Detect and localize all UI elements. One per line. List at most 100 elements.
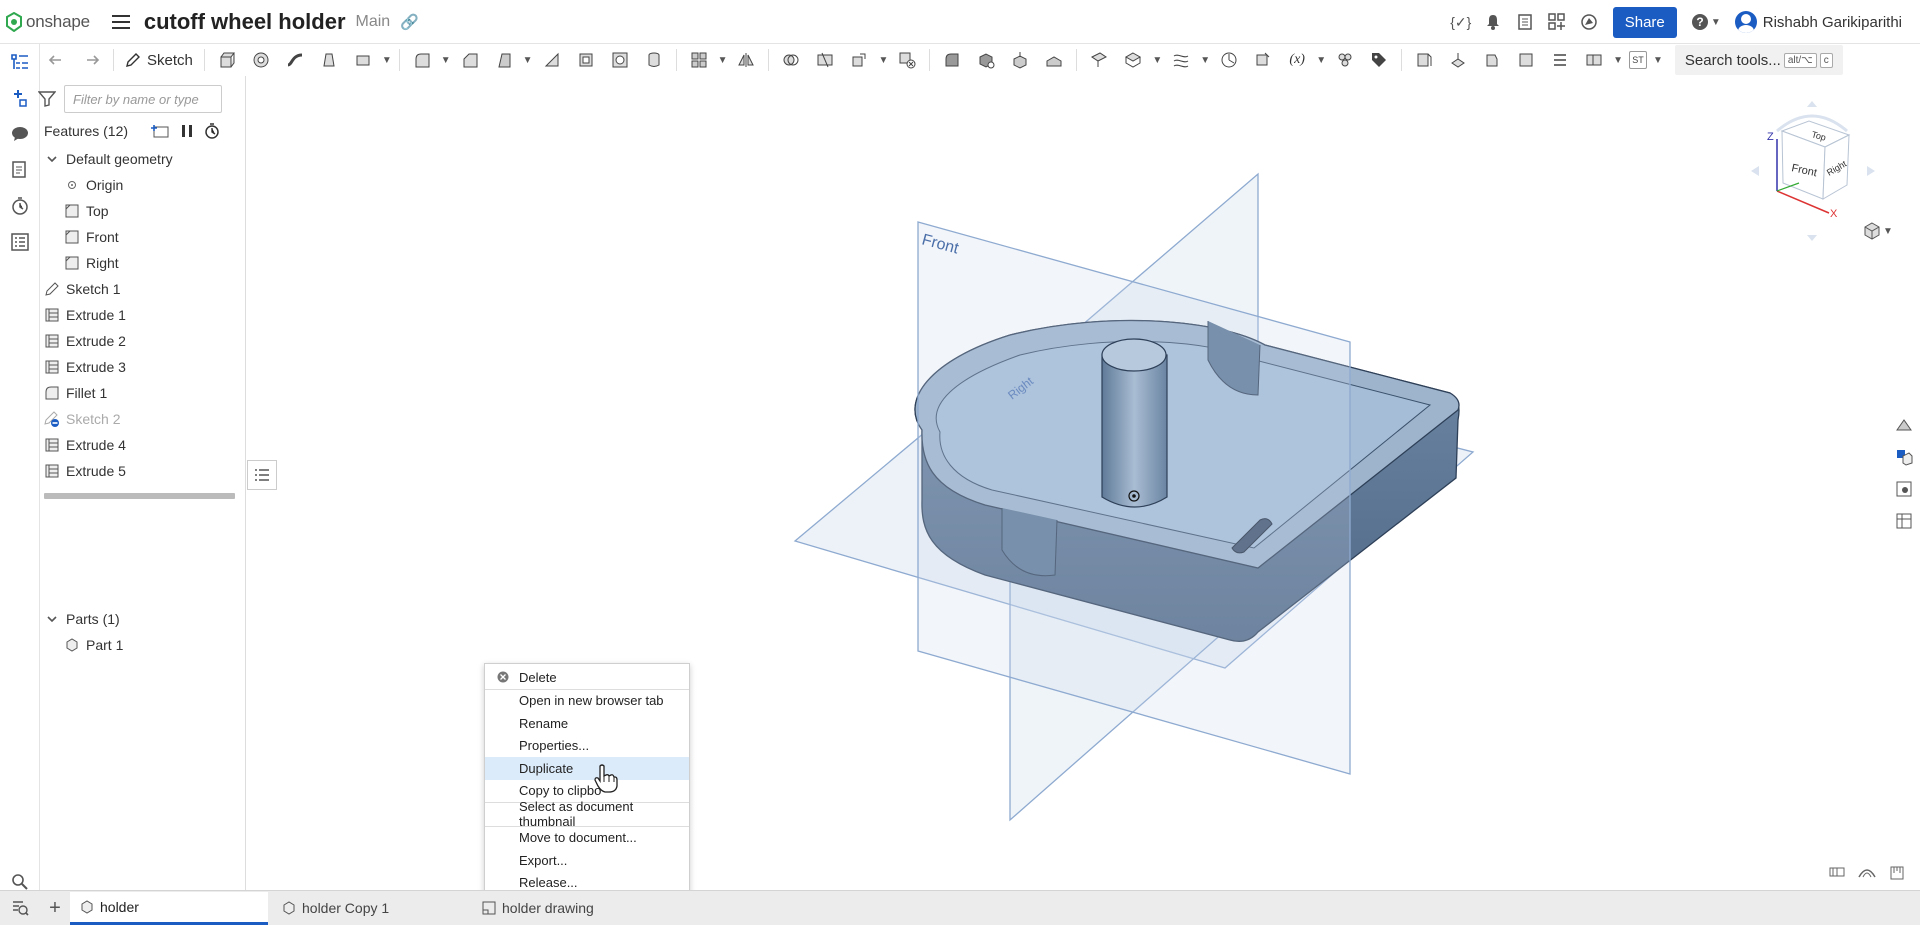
- filter-input[interactable]: Filter by name or type: [64, 85, 222, 113]
- tab-holder-copy-1[interactable]: holder Copy 1: [272, 892, 472, 925]
- section-view-icon[interactable]: [1822, 866, 1852, 880]
- replace-face-icon[interactable]: [1041, 47, 1067, 73]
- insert-icon[interactable]: [0, 80, 40, 116]
- onshape-logo[interactable]: onshape: [6, 0, 90, 44]
- app-store-icon[interactable]: [1541, 6, 1573, 38]
- curve-icon[interactable]: [1168, 47, 1194, 73]
- plane-icon[interactable]: [1086, 47, 1112, 73]
- chevron-down-icon[interactable]: [44, 151, 60, 167]
- menu-item-open-new-tab[interactable]: Open in new browser tab: [485, 690, 689, 713]
- rollback-timer-icon[interactable]: [204, 123, 220, 139]
- search-tabs-icon[interactable]: [0, 899, 40, 917]
- redo-icon[interactable]: [78, 47, 104, 73]
- undo-icon[interactable]: [44, 47, 70, 73]
- notification-bell-icon[interactable]: [1477, 6, 1509, 38]
- tab-holder[interactable]: holder: [70, 891, 268, 925]
- menu-item-properties[interactable]: Properties...: [485, 735, 689, 758]
- feature-item-sketch-2[interactable]: Sketch 2: [40, 406, 245, 432]
- part-item[interactable]: Part 1: [40, 632, 245, 658]
- mate-connector-icon[interactable]: [1120, 47, 1146, 73]
- chevron-down-icon[interactable]: [44, 611, 60, 627]
- sketch-button[interactable]: Sketch: [125, 52, 193, 69]
- notes-icon[interactable]: [0, 152, 40, 188]
- branch-label[interactable]: Main: [356, 13, 391, 31]
- feature-item-default-geometry[interactable]: Default geometry: [40, 146, 245, 172]
- variables-table-icon[interactable]: [1888, 505, 1920, 537]
- bend-icon[interactable]: [1513, 47, 1539, 73]
- learning-center-icon[interactable]: [1573, 6, 1605, 38]
- feature-item-extrude-1[interactable]: Extrude 1: [40, 302, 245, 328]
- variable-icon[interactable]: {✓}: [1445, 6, 1477, 38]
- modify-fillet-icon[interactable]: [939, 47, 965, 73]
- feature-item-sketch-1[interactable]: Sketch 1: [40, 276, 245, 302]
- tab-holder-drawing[interactable]: holder drawing: [472, 892, 672, 925]
- menu-icon[interactable]: [111, 14, 130, 29]
- feature-item-fillet-1[interactable]: Fillet 1: [40, 380, 245, 406]
- user-menu[interactable]: Rishabh Garikiparithi: [1734, 11, 1902, 33]
- filter-icon[interactable]: [38, 91, 56, 107]
- parts-header[interactable]: Parts (1): [40, 606, 245, 632]
- bom-icon[interactable]: [0, 224, 40, 260]
- horizontal-scrollbar[interactable]: [44, 493, 235, 499]
- helix-icon[interactable]: [1216, 47, 1242, 73]
- delete-part-icon[interactable]: [894, 47, 920, 73]
- sheet-metal-icon[interactable]: [1411, 47, 1437, 73]
- fillet-icon[interactable]: [409, 47, 435, 73]
- shell-icon[interactable]: [573, 47, 599, 73]
- menu-item-select-thumbnail[interactable]: Select as document thumbnail: [485, 799, 689, 829]
- feature-item-right[interactable]: Right: [40, 250, 245, 276]
- extrude-icon[interactable]: [214, 47, 240, 73]
- cylinder-icon[interactable]: [641, 47, 667, 73]
- view-cube[interactable]: Top Front Right X Z: [1747, 91, 1897, 241]
- feature-item-top[interactable]: Top: [40, 198, 245, 224]
- configurations-icon[interactable]: [1888, 473, 1920, 505]
- form-icon[interactable]: [1547, 47, 1573, 73]
- chamfer-icon[interactable]: [457, 47, 483, 73]
- feature-item-origin[interactable]: Origin: [40, 172, 245, 198]
- wrap-icon[interactable]: [1250, 47, 1276, 73]
- delete-face-icon[interactable]: [973, 47, 999, 73]
- standard-content-icon[interactable]: ST: [1629, 51, 1648, 69]
- boolean-icon[interactable]: [778, 47, 804, 73]
- hole-icon[interactable]: [607, 47, 633, 73]
- feature-list-icon[interactable]: [0, 44, 40, 80]
- link-icon[interactable]: 🔗: [400, 13, 419, 31]
- feature-item-extrude-5[interactable]: Extrude 5: [40, 458, 245, 484]
- appearance-icon[interactable]: [1888, 409, 1920, 441]
- menu-item-delete[interactable]: Delete: [485, 666, 689, 689]
- draft-icon[interactable]: [491, 47, 517, 73]
- loft-icon[interactable]: [316, 47, 342, 73]
- rib-icon[interactable]: [539, 47, 565, 73]
- tag-icon[interactable]: [1366, 47, 1392, 73]
- add-folder-icon[interactable]: [150, 123, 170, 139]
- feature-item-extrude-4[interactable]: Extrude 4: [40, 432, 245, 458]
- flange-icon[interactable]: [1445, 47, 1471, 73]
- menu-item-export[interactable]: Export...: [485, 849, 689, 872]
- properties-icon[interactable]: [1509, 6, 1541, 38]
- move-face-icon[interactable]: [1007, 47, 1033, 73]
- mirror-icon[interactable]: [733, 47, 759, 73]
- tab-feature-icon[interactable]: [1479, 47, 1505, 73]
- add-tab-button[interactable]: +: [40, 897, 70, 920]
- split-icon[interactable]: [812, 47, 838, 73]
- document-title[interactable]: cutoff wheel holder: [144, 9, 346, 35]
- comments-icon[interactable]: [0, 116, 40, 152]
- display-states-icon[interactable]: [1888, 441, 1920, 473]
- pattern-icon[interactable]: [686, 47, 712, 73]
- variable-function-icon[interactable]: (x): [1284, 47, 1310, 73]
- transform-icon[interactable]: [846, 47, 872, 73]
- sweep-icon[interactable]: [282, 47, 308, 73]
- view-mode-dropdown[interactable]: ▼: [1863, 222, 1895, 240]
- version-history-icon[interactable]: [0, 188, 40, 224]
- revolve-icon[interactable]: [248, 47, 274, 73]
- pause-icon[interactable]: [180, 123, 194, 139]
- menu-item-move-to-document[interactable]: Move to document...: [485, 827, 689, 850]
- flat-view-icon[interactable]: [1581, 47, 1607, 73]
- measure-icon[interactable]: [1882, 866, 1912, 880]
- render-mode-icon[interactable]: [1852, 866, 1882, 880]
- feature-item-extrude-2[interactable]: Extrude 2: [40, 328, 245, 354]
- share-button[interactable]: Share: [1612, 6, 1677, 38]
- composite-part-icon[interactable]: [1332, 47, 1358, 73]
- search-tools[interactable]: Search tools... alt/⌥ c: [1674, 45, 1843, 75]
- feature-item-extrude-3[interactable]: Extrude 3: [40, 354, 245, 380]
